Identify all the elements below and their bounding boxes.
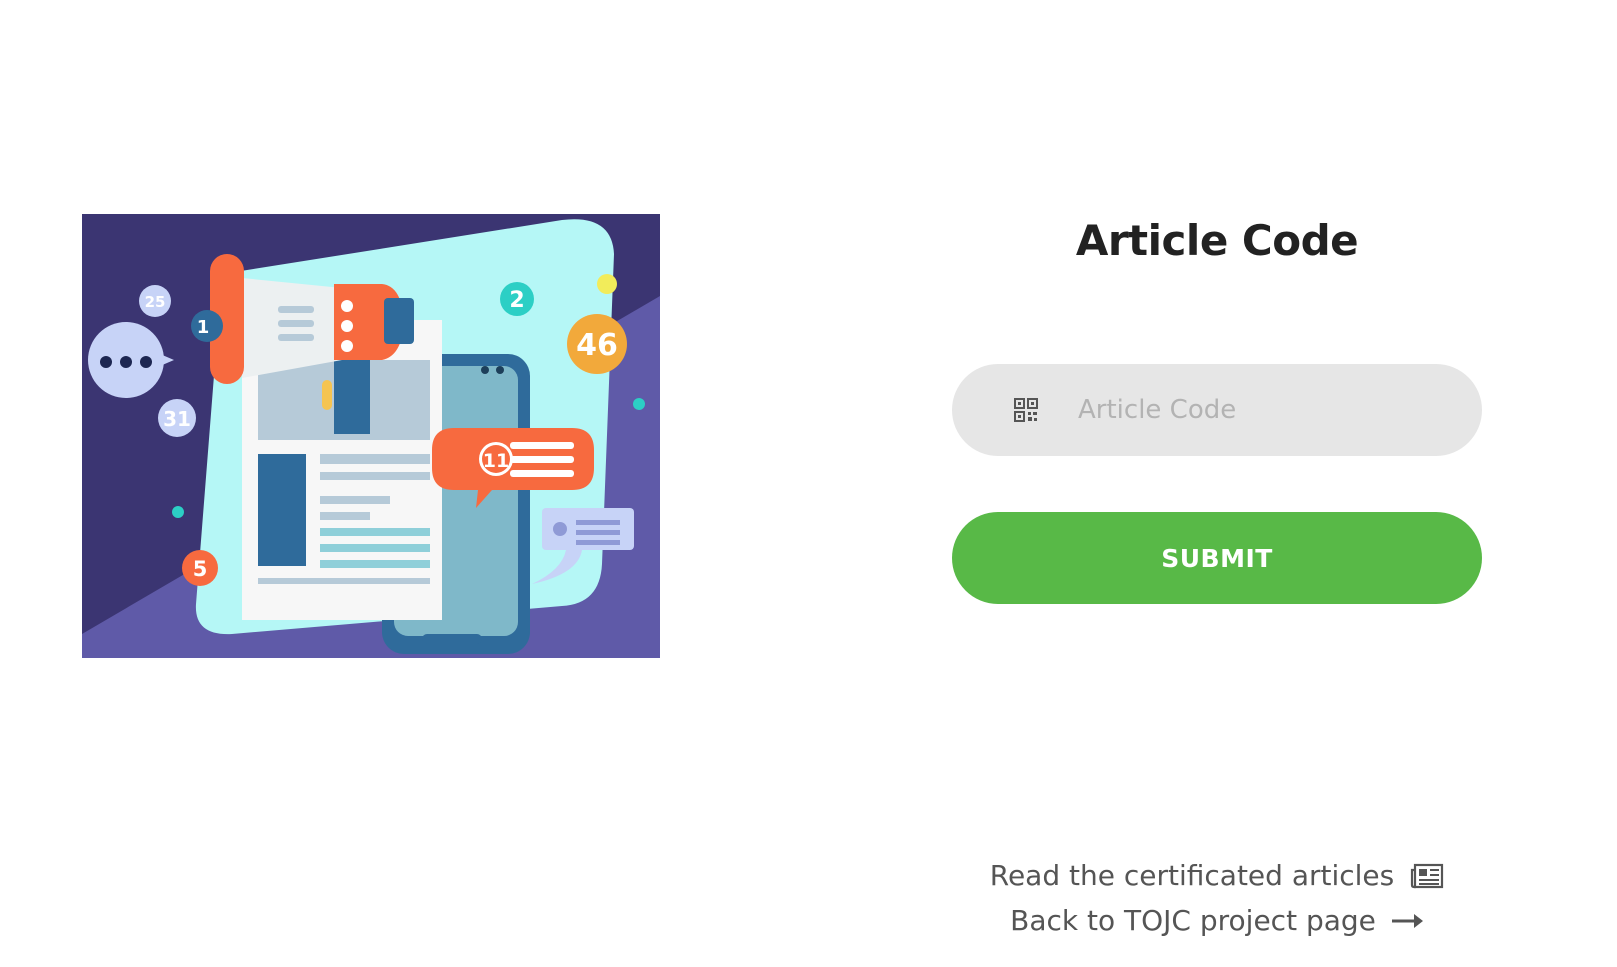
read-articles-label: Read the certificated articles xyxy=(989,859,1395,892)
svg-text:31: 31 xyxy=(163,407,191,431)
svg-text:2: 2 xyxy=(509,288,524,313)
badge-2: 2 xyxy=(500,282,534,316)
hero-illustration: 25 1 31 2 46 11 5 xyxy=(82,214,660,658)
article-code-form: Article Code SUBMIT xyxy=(952,215,1482,604)
svg-text:46: 46 xyxy=(576,328,618,363)
submit-button[interactable]: SUBMIT xyxy=(952,512,1482,604)
svg-text:5: 5 xyxy=(193,557,208,581)
badge-5: 5 xyxy=(182,550,218,586)
qr-code-icon xyxy=(1014,398,1038,422)
badge-11: 11 xyxy=(479,442,513,476)
newspaper-icon xyxy=(1410,863,1444,889)
article-code-input[interactable] xyxy=(1076,379,1440,441)
back-to-project-label: Back to TOJC project page xyxy=(1010,904,1376,937)
form-title: Article Code xyxy=(1075,216,1359,265)
back-to-project-link[interactable]: Back to TOJC project page xyxy=(952,898,1482,943)
megaphone-news-illustration: 25 1 31 2 46 11 5 xyxy=(82,214,660,658)
footer-links: Read the certificated articles Back to T… xyxy=(952,853,1482,943)
arrow-right-icon xyxy=(1391,911,1424,931)
svg-text:25: 25 xyxy=(145,293,166,311)
badge-1: 1 xyxy=(191,310,223,342)
svg-text:11: 11 xyxy=(483,450,509,472)
svg-text:1: 1 xyxy=(197,317,210,338)
article-code-field[interactable] xyxy=(952,364,1482,456)
badge-46: 46 xyxy=(567,314,627,374)
badge-25: 25 xyxy=(139,285,171,317)
badge-31: 31 xyxy=(158,399,196,437)
read-articles-link[interactable]: Read the certificated articles xyxy=(952,853,1482,898)
